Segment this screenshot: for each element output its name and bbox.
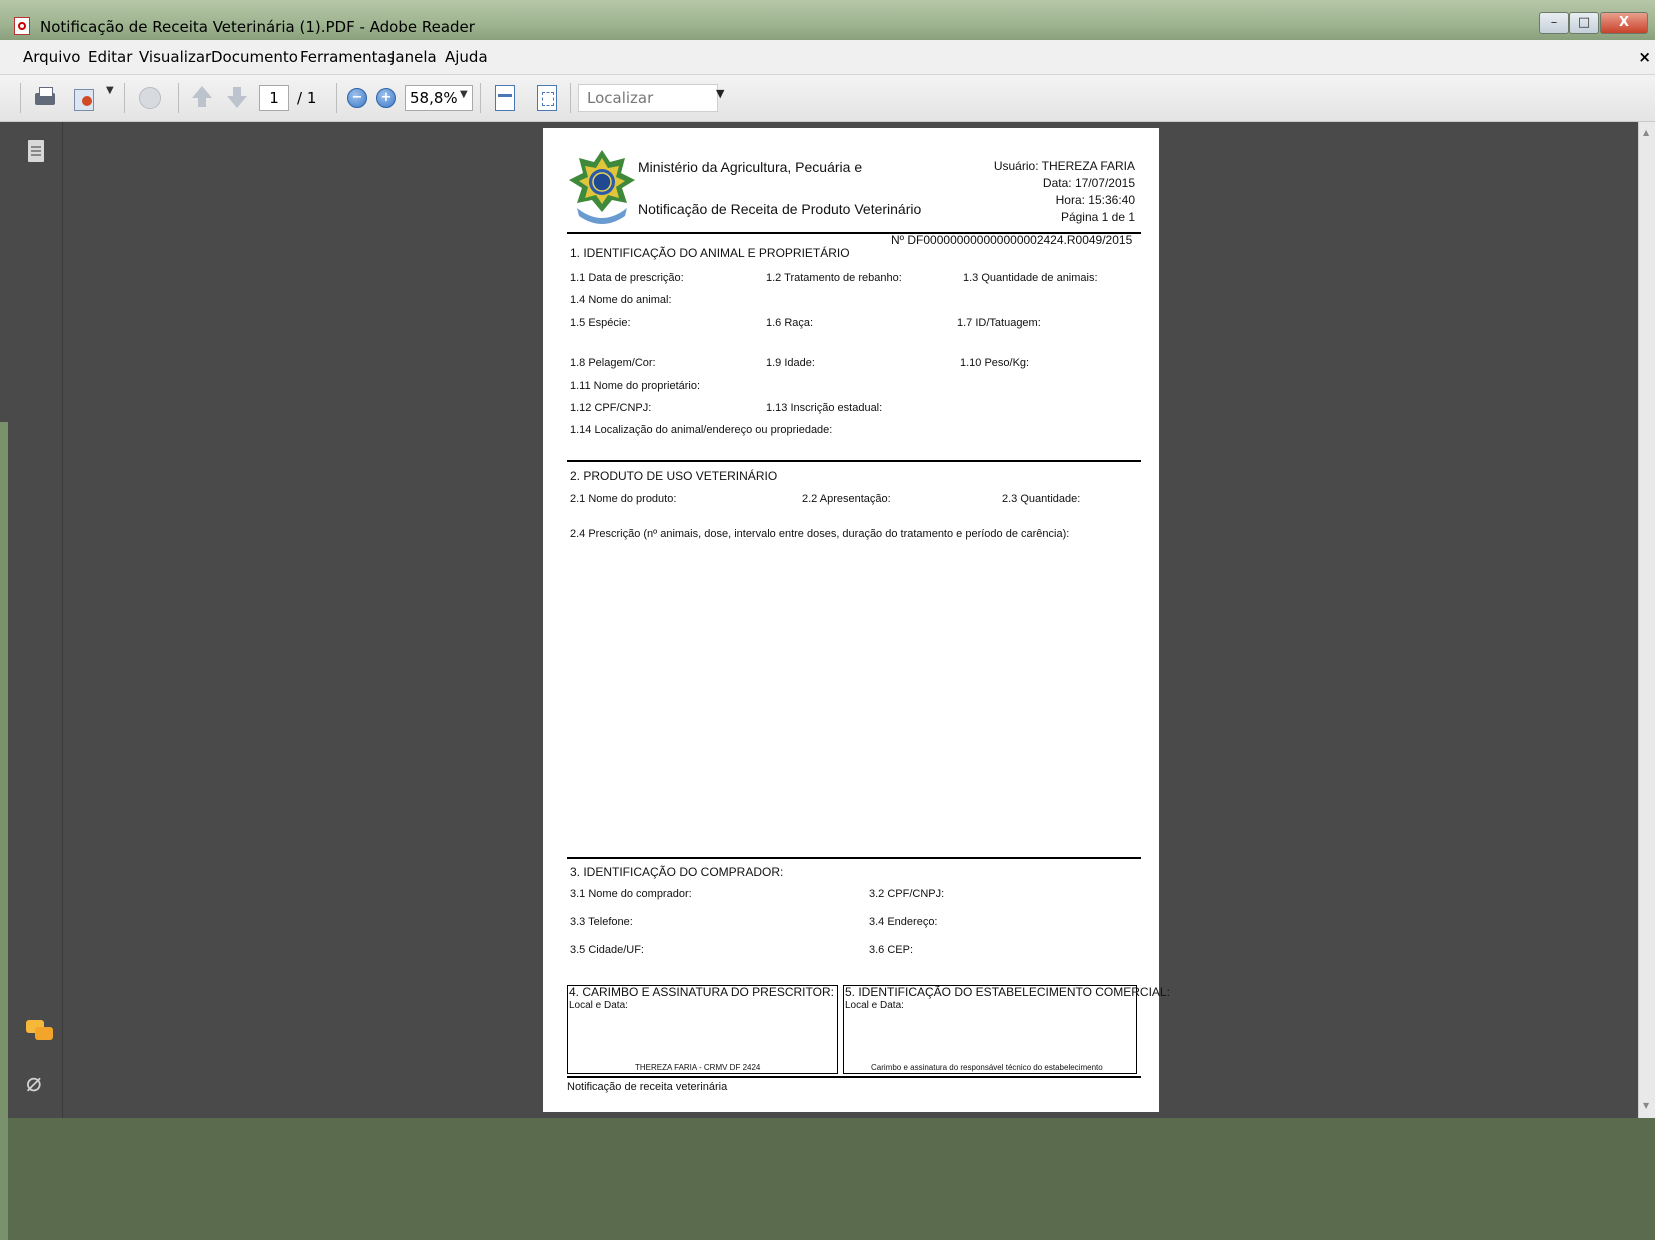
menu-documento[interactable]: Documento [211,48,298,66]
field-3-5: 3.5 Cidade/UF: [570,944,644,956]
paperclip-icon[interactable]: ⌀ [26,1068,48,1098]
section-3-title: 3. IDENTIFICAÇÃO DO COMPRADOR: [570,865,784,879]
user-label: Usuário: THEREZA FARIA [993,159,1135,173]
menu-janela[interactable]: Janela [391,48,437,66]
prescriber-name: THEREZA FARIA - CRMV DF 2424 [635,1063,761,1072]
zoom-out-glyph: − [351,90,363,105]
search-input[interactable]: Localizar [578,84,718,112]
maximize-button[interactable]: □ [1569,12,1599,34]
document-title: Notificação de Receita de Produto Veteri… [638,201,922,217]
pages-panel-icon[interactable] [26,140,48,166]
minimize-button[interactable]: – [1539,12,1569,34]
section-4-title: 4. CARIMBO E ASSINATURA DO PRESCRITOR: [569,985,834,999]
field-1-8: 1.8 Pelagem/Cor: [570,357,656,369]
share-icon[interactable] [72,84,106,112]
menu-visualizar[interactable]: Visualizar [139,48,211,66]
window-title: Notificação de Receita Veterinária (1).P… [40,18,475,36]
toolbar-grip [20,83,21,113]
field-2-4: 2.4 Prescrição (nº animais, dose, interv… [570,528,1070,540]
ministry-name: Ministério da Agricultura, Pecuária e [638,159,863,175]
field-1-11: 1.11 Nome do proprietário: [570,380,701,392]
field-2-3: 2.3 Quantidade: [1002,493,1081,505]
section-4-local: Local e Data: [569,1000,628,1011]
fit-page-icon[interactable] [537,85,557,111]
adobe-reader-window: Notificação de Receita Veterinária (1).P… [0,0,1655,1240]
field-1-14: 1.14 Localização do animal/endereço ou p… [570,424,833,436]
toolbar: ▼ 1 / 1 − + 58,8% ▼ Localizar ▼ [0,75,1655,122]
printer-icon[interactable] [32,84,58,112]
zoom-in-glyph: + [380,90,392,105]
section-5-local: Local e Data: [845,1000,904,1011]
globe-icon[interactable] [136,84,164,112]
menu-ferramentas[interactable]: Ferramentas [300,48,395,66]
field-1-10: 1.10 Peso/Kg: [960,357,1030,369]
menu-arquivo[interactable]: Arquivo [23,48,80,66]
establishment-caption: Carimbo e assinatura do responsável técn… [871,1063,1103,1072]
section-1-title: 1. IDENTIFICAÇÃO DO ANIMAL E PROPRIETÁRI… [570,246,850,260]
field-1-5: 1.5 Espécie: [570,317,631,329]
zoom-in-icon[interactable]: + [376,88,396,108]
page-footer: Notificação de receita veterinária [567,1081,728,1093]
panel-edge [0,422,8,1240]
menu-ajuda[interactable]: Ajuda [445,48,488,66]
title-bar: Notificação de Receita Veterinária (1).P… [0,0,1655,40]
close-document-icon[interactable]: × [1638,48,1651,66]
field-2-2: 2.2 Apresentação: [802,493,891,505]
toolbar-separator [480,83,481,113]
pdf-page: Ministério da Agricultura, Pecuária e No… [543,128,1170,1112]
field-1-4: 1.4 Nome do animal: [570,294,672,306]
toolbar-separator [178,83,179,113]
field-3-4: 3.4 Endereço: [869,916,938,928]
time-label: Hora: 15:36:40 [1055,193,1135,207]
navigation-panel: ⌀ [0,122,63,1240]
coat-of-arms-icon [569,150,635,224]
toolbar-separator [336,83,337,113]
zoom-dropdown-icon[interactable]: ▼ [460,89,468,100]
date-label: Data: 17/07/2015 [1042,176,1135,190]
divider [567,460,1141,462]
field-1-13: 1.13 Inscrição estadual: [766,402,883,414]
share-dropdown-icon[interactable]: ▼ [106,85,114,96]
divider [567,1076,1141,1078]
page-number-input[interactable]: 1 [259,85,289,111]
section-2-title: 2. PRODUTO DE USO VETERINÁRIO [570,469,778,483]
toolbar-separator [570,83,571,113]
field-1-6: 1.6 Raça: [766,317,814,329]
toolbar-separator [124,83,125,113]
menu-editar[interactable]: Editar [88,48,132,66]
field-1-1: 1.1 Data de prescrição: [570,272,684,284]
field-1-3: 1.3 Quantidade de animais: [963,272,1098,284]
previous-page-icon[interactable] [190,84,214,112]
vertical-scrollbar[interactable] [1638,122,1655,1118]
comments-icon[interactable] [26,1018,54,1044]
search-dropdown-icon[interactable]: ▼ [716,87,724,100]
field-3-1: 3.1 Nome do comprador: [570,888,692,900]
field-1-9: 1.9 Idade: [766,357,815,369]
adobe-reader-icon [14,17,30,35]
next-page-icon[interactable] [225,84,249,112]
field-3-3: 3.3 Telefone: [570,916,633,928]
field-2-1: 2.1 Nome do produto: [570,493,677,505]
menu-bar: Arquivo Editar Visualizar Documento Ferr… [0,40,1655,75]
field-3-6: 3.6 CEP: [869,944,914,956]
fit-width-icon[interactable] [495,85,515,111]
field-1-7: 1.7 ID/Tatuagem: [957,317,1041,329]
section-5-title: 5. IDENTIFICAÇÃO DO ESTABELECIMENTO COME… [845,985,1170,999]
page-label: Página 1 de 1 [1060,210,1135,224]
field-1-12: 1.12 CPF/CNPJ: [570,402,652,414]
divider [567,857,1141,859]
close-button[interactable]: X [1600,12,1648,34]
zoom-out-icon[interactable]: − [347,88,367,108]
field-1-2: 1.2 Tratamento de rebanho: [766,272,902,284]
page-total: / 1 [297,89,317,107]
receipt-number: Nº DF000000000000000002424.R0049/2015 [891,233,1133,247]
field-3-2: 3.2 CPF/CNPJ: [869,888,945,900]
